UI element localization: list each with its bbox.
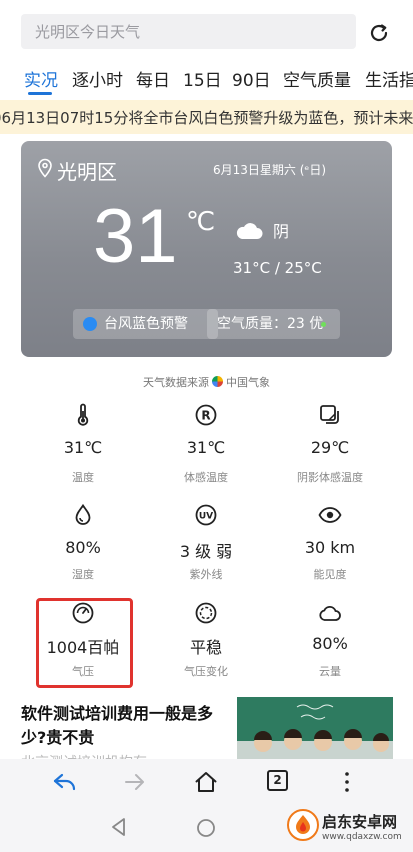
svg-text:R: R <box>201 409 210 423</box>
watermark-logo-icon <box>287 809 319 841</box>
weather-card: 光明区 6月13日星期六 (ᵉ日) 31 ℃ 阴 31°C / 25°C 台风蓝… <box>21 141 392 357</box>
back-arrow-icon[interactable] <box>52 769 78 795</box>
humidity-label: 湿度 <box>72 568 94 581</box>
home-icon[interactable] <box>193 769 219 795</box>
tab-life-index[interactable]: 生活指 <box>365 66 413 91</box>
cloud-cover-value: 80% <box>312 634 348 653</box>
humidity-value: 80% <box>65 538 101 557</box>
visibility-value: 30 km <box>304 538 356 557</box>
site-watermark: 启东安卓网 www.qdaxzw.com <box>284 803 412 848</box>
pressure-change-value: 平稳 <box>189 638 222 657</box>
article-title[interactable]: 软件测试培训费用一般是多少?贵不贵 <box>21 702 221 750</box>
location-pin-icon <box>38 158 52 178</box>
temperature-range: 31°C / 25°C <box>233 259 322 277</box>
tab-hourly[interactable]: 逐小时 <box>72 66 123 91</box>
air-quality-dot <box>321 322 326 327</box>
cloud-cover-label: 云量 <box>319 665 341 678</box>
pressure-highlight-box <box>36 598 133 688</box>
tab-daily[interactable]: 每日 <box>136 66 170 91</box>
article-thumbnail[interactable] <box>237 697 393 759</box>
temperature-unit: ℃ <box>186 207 216 237</box>
humidity-icon <box>75 503 91 525</box>
uv-icon: UV <box>195 504 217 526</box>
system-home-icon[interactable] <box>195 817 217 839</box>
source-prefix: 天气数据来源 <box>143 376 209 389</box>
current-temperature: 31 <box>93 194 178 279</box>
uv-value: 3 级 弱 <box>179 542 233 561</box>
weather-condition: 阴 <box>273 222 290 241</box>
air-quality-pill[interactable]: 空气质量：23 优 <box>207 309 340 339</box>
cloudy-icon <box>236 223 263 239</box>
svg-text:UV: UV <box>199 512 213 522</box>
data-source-line: 天气数据来源 中国气象 <box>0 374 413 390</box>
refresh-icon[interactable] <box>367 21 391 45</box>
source-name: 中国气象 <box>226 376 270 389</box>
typhoon-warning-pill[interactable]: 台风蓝色预警 <box>73 309 218 339</box>
search-box[interactable] <box>21 14 356 49</box>
pressure-change-label: 气压变化 <box>184 665 228 678</box>
thermometer-icon <box>77 403 89 426</box>
tab-switcher-button[interactable]: 2 <box>267 770 288 791</box>
forward-arrow-icon[interactable] <box>122 769 148 795</box>
alert-banner[interactable]: 06月13日07时15分将全市台风白色预警升级为蓝色，预计未来 <box>0 100 413 134</box>
feels-like-icon: R <box>195 404 217 426</box>
search-input[interactable] <box>21 14 356 49</box>
uv-label: 紫外线 <box>189 568 223 581</box>
bottom-toolbar <box>0 759 413 803</box>
feels-like-label: 体感温度 <box>184 471 228 484</box>
shade-icon <box>320 405 339 424</box>
tab-underline <box>28 92 52 95</box>
air-quality-text: 空气质量：23 优 <box>217 316 324 332</box>
temperature-label: 温度 <box>72 471 94 484</box>
tab-live[interactable]: 实况 <box>24 66 58 91</box>
search-row <box>0 0 413 62</box>
system-back-icon[interactable] <box>108 815 130 839</box>
tab-15day[interactable]: 15日 <box>183 66 222 91</box>
warning-info-icon <box>83 317 97 331</box>
tab-90day[interactable]: 90日 <box>232 66 271 91</box>
watermark-name: 启东安卓网 <box>322 813 398 831</box>
shade-value: 29℃ <box>310 438 350 457</box>
typhoon-warning-text: 台风蓝色预警 <box>104 316 188 332</box>
feels-like-value: 31℃ <box>186 438 226 457</box>
tab-bar: 实况 逐小时 每日 15日 90日 空气质量 生活指 <box>0 62 413 96</box>
alert-text: 06月13日07时15分将全市台风白色预警升级为蓝色，预计未来 <box>0 109 413 127</box>
location-name[interactable]: 光明区 <box>57 156 117 185</box>
visibility-label: 能见度 <box>313 568 347 581</box>
pressure-change-icon <box>195 602 217 624</box>
cloud-icon <box>319 605 341 621</box>
more-menu-icon[interactable] <box>334 769 360 795</box>
tab-air-quality[interactable]: 空气质量 <box>283 66 351 91</box>
temperature-value: 31℃ <box>63 438 103 457</box>
cma-logo-icon <box>212 376 223 387</box>
shade-label: 阴影体感温度 <box>297 471 363 484</box>
eye-icon <box>318 507 342 523</box>
watermark-url: www.qdaxzw.com <box>322 832 402 842</box>
date-text: 6月13日星期六 (ᵉ日) <box>213 163 327 177</box>
